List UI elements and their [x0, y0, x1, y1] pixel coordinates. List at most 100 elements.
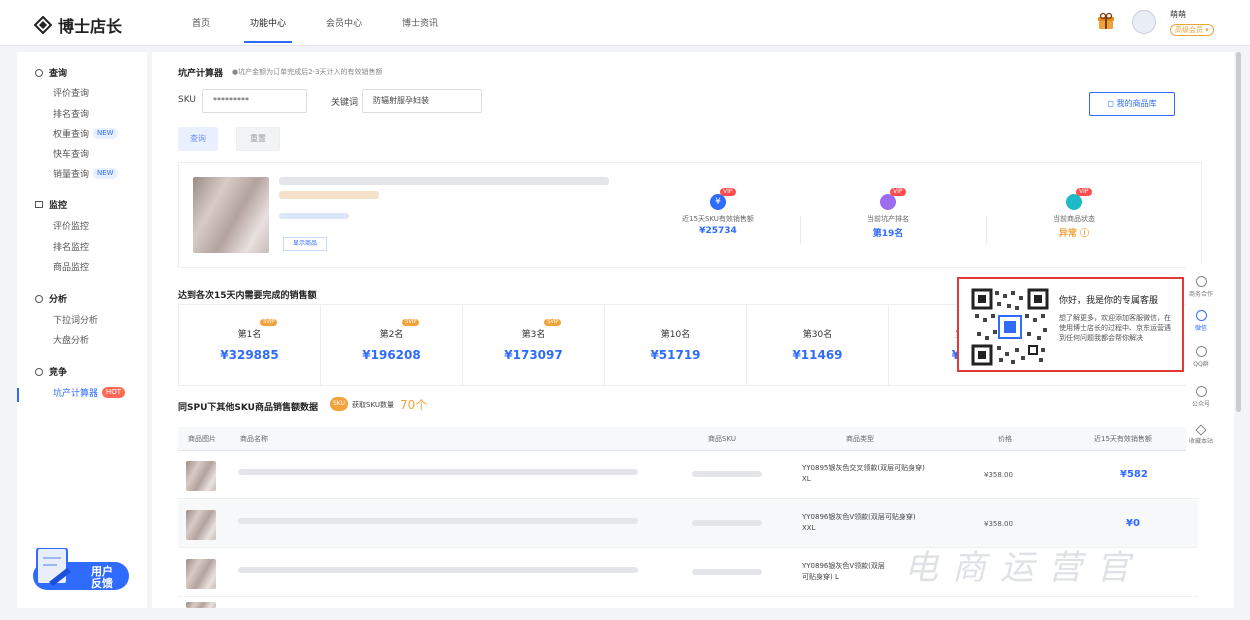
row-sku-blurred: [692, 569, 762, 575]
new-badge: NEW: [93, 168, 118, 179]
sidebar-group-label: 查询: [49, 69, 68, 79]
clock-icon: [35, 294, 43, 303]
feedback-button[interactable]: 用户 反馈: [31, 547, 131, 592]
rail-qq[interactable]: QQ群: [1186, 346, 1216, 368]
sidebar-item-weight-query[interactable]: 权重查询 NEW: [53, 127, 118, 140]
rail-official-account[interactable]: 公众号: [1186, 386, 1216, 408]
rail-label: 收藏本站: [1188, 438, 1213, 445]
row-type: YY0896银灰色V领款(双层可贴身穿) L: [802, 562, 885, 581]
yen-icon: ¥ VIP: [710, 188, 736, 210]
sidebar-item-product-monitor[interactable]: 商品监控: [53, 260, 89, 273]
bag-icon: ◻: [1107, 99, 1117, 108]
sidebar-item-review-monitor[interactable]: 评价监控: [53, 219, 89, 232]
stat-product-status: VIP 当前商品状态 异常 ⓘ: [1024, 188, 1124, 239]
right-rail: 商务合作 微信 QQ群 公众号 收藏本站: [1186, 262, 1216, 462]
sku-input[interactable]: *********: [202, 89, 307, 113]
search-icon: [35, 68, 43, 77]
row-name-blurred: [238, 567, 638, 573]
sidebar-item-label: 权重查询: [53, 130, 90, 140]
my-library-button[interactable]: ◻ 我的商品库: [1089, 92, 1175, 116]
product-link-blurred: [279, 213, 349, 219]
table-title: 同SPU下其他SKU商品销售额数据: [178, 403, 318, 413]
handshake-icon: [1195, 276, 1207, 287]
rank-name: 第30名: [803, 327, 832, 340]
compass-icon: [35, 367, 43, 376]
svip-badge: SVIP: [260, 319, 278, 326]
svip-badge: SVIP: [544, 319, 562, 326]
sidebar-group-analysis[interactable]: 分析: [35, 292, 67, 305]
rank-value: ¥173097: [504, 348, 563, 362]
wechat-icon: [1195, 310, 1207, 321]
rank-cell: 第3名 SVIP ¥173097: [463, 305, 605, 385]
rail-label: 公众号: [1191, 401, 1210, 408]
row-sku-blurred: [692, 471, 762, 477]
nav-features[interactable]: 功能中心: [230, 0, 306, 46]
rail-business[interactable]: 商务合作: [1186, 276, 1216, 298]
nav-membership[interactable]: 会员中心: [306, 0, 382, 46]
qr-code-icon[interactable]: [971, 288, 1049, 366]
keyword-label: 关键词: [331, 98, 359, 108]
cs-title: 你好，我是你的专属客服: [1059, 296, 1159, 306]
sidebar-item-pit-calculator[interactable]: 坑产计算器 HOT: [53, 386, 126, 399]
product-title-blurred: [279, 177, 609, 185]
sidebar-group-monitor[interactable]: 监控: [35, 198, 67, 211]
query-button[interactable]: 查询: [178, 127, 218, 151]
calculator-note: ●坑产金额为订单完成后2-3天计入的有效销售额: [232, 68, 383, 76]
rank-cell: 第2名 SVIP ¥196208: [321, 305, 463, 385]
sidebar-group-label: 分析: [49, 295, 68, 305]
row-price: ¥358.00: [984, 471, 1013, 479]
sidebar-item-label: 商品监控: [53, 263, 90, 273]
vip-badge: VIP: [890, 188, 906, 196]
sku-label: SKU: [178, 95, 196, 105]
th-price: 价格: [998, 435, 1012, 443]
rank-value: ¥11469: [792, 348, 843, 362]
th-image: 商品图片: [188, 435, 216, 443]
rail-favorite[interactable]: 收藏本站: [1186, 424, 1216, 445]
sidebar-item-review-query[interactable]: 评价查询: [53, 86, 89, 99]
nav-home[interactable]: 首页: [172, 0, 230, 46]
calculator-title: 坑产计算器: [178, 69, 224, 79]
stat-label: 当前商品状态: [1053, 215, 1095, 223]
sidebar-item-sales-query[interactable]: 销量查询 NEW: [53, 167, 118, 180]
stat-value: ¥25734: [699, 226, 737, 236]
logo[interactable]: 博士店长: [34, 13, 122, 37]
sidebar-item-market-analysis[interactable]: 大盘分析: [53, 333, 89, 346]
scrollbar[interactable]: [1236, 52, 1241, 412]
sidebar-item-express-query[interactable]: 快车查询: [53, 147, 89, 160]
row-sku-blurred: [692, 520, 762, 526]
sidebar-group-competition[interactable]: 竞争: [35, 365, 67, 378]
stat-label: 近15天SKU有效销售额: [682, 215, 754, 223]
sidebar-item-rank-monitor[interactable]: 排名监控: [53, 240, 89, 253]
th-name: 商品名称: [240, 435, 268, 443]
table-row[interactable]: YY0895银灰色交叉领款(双层可贴身穿) XL ¥358.00 ¥582: [178, 451, 1198, 499]
row-name-blurred: [238, 518, 638, 524]
sidebar-item-dropdown-analysis[interactable]: 下拉词分析: [53, 313, 98, 326]
watermark: 电商运营官: [904, 548, 1144, 588]
th-sales: 近15天有效销售额: [1094, 435, 1152, 443]
sku-chip: SKU: [330, 397, 348, 411]
gift-icon[interactable]: [1097, 12, 1115, 30]
stat-value: 异常 ⓘ: [1058, 229, 1090, 239]
row-image: [186, 510, 216, 540]
rank-label: 第1名: [237, 330, 262, 340]
sidebar-group-query[interactable]: 查询: [35, 66, 67, 79]
rail-wechat[interactable]: 微信: [1186, 310, 1216, 332]
user-level-badge[interactable]: 高级会员 ▾: [1170, 24, 1214, 36]
row-sales: ¥0: [1126, 518, 1140, 529]
row-image: [186, 602, 216, 608]
stat-value: 第19名: [872, 229, 904, 239]
th-sku: 商品SKU: [708, 435, 736, 443]
reset-button[interactable]: 重置: [236, 127, 280, 151]
sidebar-item-label: 销量查询: [53, 170, 90, 180]
rank-value: ¥196208: [362, 348, 421, 362]
sku-count-value: 70个: [400, 398, 428, 412]
avatar[interactable]: [1132, 10, 1156, 34]
view-product-button[interactable]: 显示商品: [283, 237, 327, 251]
keyword-input[interactable]: 防辐射服孕妇装: [362, 89, 482, 113]
sidebar-item-rank-query[interactable]: 排名查询: [53, 107, 89, 120]
rank-value: ¥329885: [220, 348, 279, 362]
vip-badge: VIP: [1076, 188, 1092, 196]
sidebar-item-label: 下拉词分析: [53, 316, 99, 326]
star-icon: [1195, 424, 1207, 436]
nav-news[interactable]: 博士资讯: [382, 0, 458, 46]
